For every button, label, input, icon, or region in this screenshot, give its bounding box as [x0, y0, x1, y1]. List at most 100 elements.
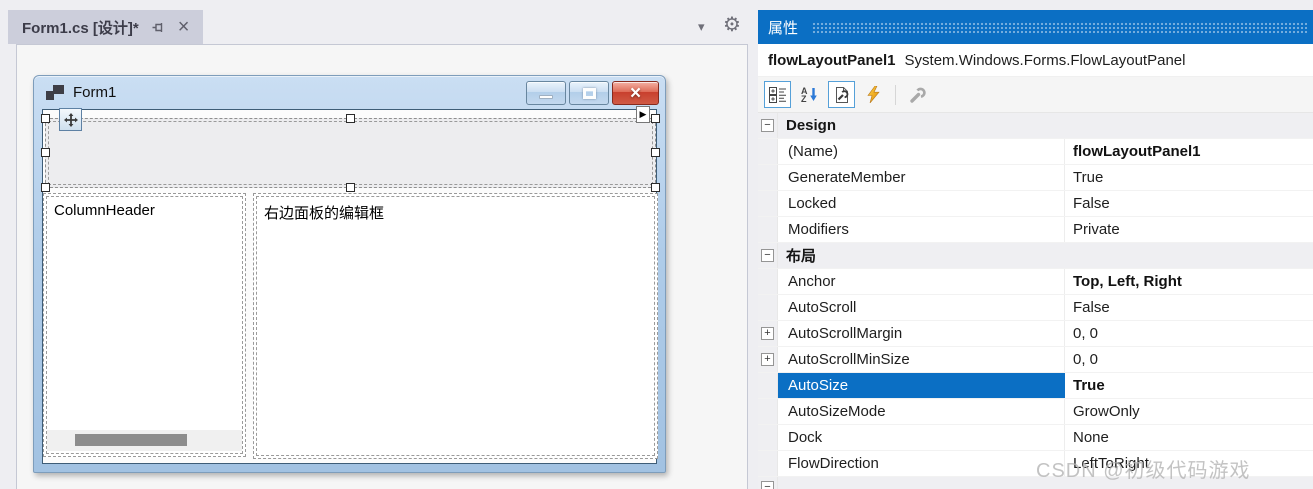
row-gutter: −: [758, 243, 778, 268]
object-name: flowLayoutPanel1: [768, 44, 896, 77]
close-button-icon: ×: [612, 81, 659, 105]
alphabetical-sort-icon[interactable]: A Z: [796, 81, 823, 108]
category-label: [778, 477, 786, 489]
properties-toolbar: A Z: [758, 77, 1313, 113]
property-value[interactable]: flowLayoutPanel1: [1065, 139, 1313, 164]
expand-box-icon[interactable]: +: [761, 353, 774, 366]
resize-handle[interactable]: [651, 148, 660, 157]
smart-tag-icon[interactable]: ▶: [636, 106, 650, 123]
property-value[interactable]: False: [1065, 191, 1313, 216]
maximize-button-icon: [569, 81, 609, 105]
row-gutter: [758, 191, 778, 216]
property-row[interactable]: AutoSizeTrue: [758, 373, 1313, 399]
property-value[interactable]: 0, 0: [1065, 347, 1313, 372]
category-row[interactable]: −Design: [758, 113, 1313, 139]
row-gutter: [758, 139, 778, 164]
properties-view-icon[interactable]: [828, 81, 855, 108]
object-type: System.Windows.Forms.FlowLayoutPanel: [905, 44, 1186, 77]
property-row[interactable]: (Name)flowLayoutPanel1: [758, 139, 1313, 165]
properties-titlebar[interactable]: 属性: [758, 10, 1313, 44]
document-tabstrip: Form1.cs [设计]* × ▾ ⚙: [0, 0, 757, 44]
property-value[interactable]: False: [1065, 295, 1313, 320]
horizontal-scrollbar[interactable]: [47, 430, 242, 451]
listview-column-header[interactable]: ColumnHeader: [54, 202, 155, 219]
property-value[interactable]: LeftToRight: [1065, 451, 1313, 476]
property-name[interactable]: (Name): [778, 139, 1065, 164]
events-icon[interactable]: [860, 81, 887, 108]
property-name[interactable]: FlowDirection: [778, 451, 1065, 476]
property-pages-icon[interactable]: [904, 81, 931, 108]
property-name[interactable]: AutoScrollMargin: [778, 321, 1065, 346]
property-value[interactable]: True: [1065, 165, 1313, 190]
property-name[interactable]: Anchor: [778, 269, 1065, 294]
designed-form-window[interactable]: Form1 × ▶: [33, 75, 666, 473]
pin-icon[interactable]: [151, 20, 166, 35]
row-gutter: [758, 217, 778, 242]
control-outline: [256, 196, 655, 456]
resize-handle[interactable]: [651, 183, 660, 192]
flowlayoutpanel-control[interactable]: ▶: [45, 118, 656, 188]
titlebar-grip: [812, 22, 1307, 35]
row-gutter: [758, 269, 778, 294]
property-name[interactable]: AutoScroll: [778, 295, 1065, 320]
expand-box-icon[interactable]: +: [761, 327, 774, 340]
object-selector[interactable]: flowLayoutPanel1 System.Windows.Forms.Fl…: [758, 44, 1313, 77]
property-name[interactable]: Modifiers: [778, 217, 1065, 242]
property-name[interactable]: AutoScrollMinSize: [778, 347, 1065, 372]
category-row[interactable]: −布局: [758, 243, 1313, 269]
tab-form1-designer[interactable]: Form1.cs [设计]* ×: [8, 10, 203, 44]
category-row[interactable]: −: [758, 477, 1313, 489]
property-value[interactable]: Private: [1065, 217, 1313, 242]
properties-title: 属性: [768, 17, 798, 38]
form-icon: [46, 85, 64, 100]
row-gutter: [758, 295, 778, 320]
property-row[interactable]: ModifiersPrivate: [758, 217, 1313, 243]
property-row[interactable]: + AutoScrollMargin0, 0: [758, 321, 1313, 347]
property-row[interactable]: AnchorTop, Left, Right: [758, 269, 1313, 295]
properties-panel: 属性 flowLayoutPanel1 System.Windows.Forms…: [758, 10, 1313, 489]
property-row[interactable]: LockedFalse: [758, 191, 1313, 217]
row-gutter: [758, 399, 778, 424]
property-grid[interactable]: −Design(Name)flowLayoutPanel1GenerateMem…: [758, 113, 1313, 489]
chevron-down-icon[interactable]: ▾: [698, 19, 705, 35]
tab-close-icon[interactable]: ×: [178, 17, 190, 37]
listview-control[interactable]: ColumnHeader: [43, 193, 246, 457]
resize-handle[interactable]: [346, 183, 355, 192]
right-editor-panel-control[interactable]: 右边面板的编辑框: [253, 193, 658, 459]
property-row[interactable]: + AutoScrollMinSize0, 0: [758, 347, 1313, 373]
property-value[interactable]: Top, Left, Right: [1065, 269, 1313, 294]
scrollbar-thumb[interactable]: [75, 434, 187, 446]
property-row[interactable]: AutoScrollFalse: [758, 295, 1313, 321]
property-name[interactable]: Locked: [778, 191, 1065, 216]
form-client-area[interactable]: ▶ ColumnHeader 右边面板的编辑框: [42, 109, 657, 464]
property-name[interactable]: Dock: [778, 425, 1065, 450]
resize-handle[interactable]: [651, 114, 660, 123]
property-row[interactable]: DockNone: [758, 425, 1313, 451]
property-row[interactable]: AutoSizeModeGrowOnly: [758, 399, 1313, 425]
property-value[interactable]: GrowOnly: [1065, 399, 1313, 424]
resize-handle[interactable]: [41, 114, 50, 123]
property-name[interactable]: AutoSize: [778, 373, 1065, 398]
collapse-box-icon[interactable]: −: [761, 481, 774, 489]
property-name[interactable]: AutoSizeMode: [778, 399, 1065, 424]
property-value[interactable]: None: [1065, 425, 1313, 450]
resize-handle[interactable]: [346, 114, 355, 123]
selection-outline: [48, 121, 653, 185]
right-panel-label: 右边面板的编辑框: [264, 202, 384, 223]
property-row[interactable]: FlowDirectionLeftToRight: [758, 451, 1313, 477]
gear-icon[interactable]: ⚙: [723, 12, 741, 37]
resize-handle[interactable]: [41, 148, 50, 157]
row-gutter: −: [758, 113, 778, 138]
designer-surface[interactable]: Form1 × ▶: [16, 44, 748, 489]
collapse-box-icon[interactable]: −: [761, 119, 774, 132]
categorized-icon[interactable]: [764, 81, 791, 108]
resize-handle[interactable]: [41, 183, 50, 192]
property-value[interactable]: 0, 0: [1065, 321, 1313, 346]
row-gutter: −: [758, 477, 778, 489]
property-row[interactable]: GenerateMemberTrue: [758, 165, 1313, 191]
collapse-box-icon[interactable]: −: [761, 249, 774, 262]
move-handle-icon[interactable]: [59, 108, 82, 131]
property-value[interactable]: True: [1065, 373, 1313, 398]
form-titlebar[interactable]: Form1 ×: [34, 76, 665, 109]
property-name[interactable]: GenerateMember: [778, 165, 1065, 190]
